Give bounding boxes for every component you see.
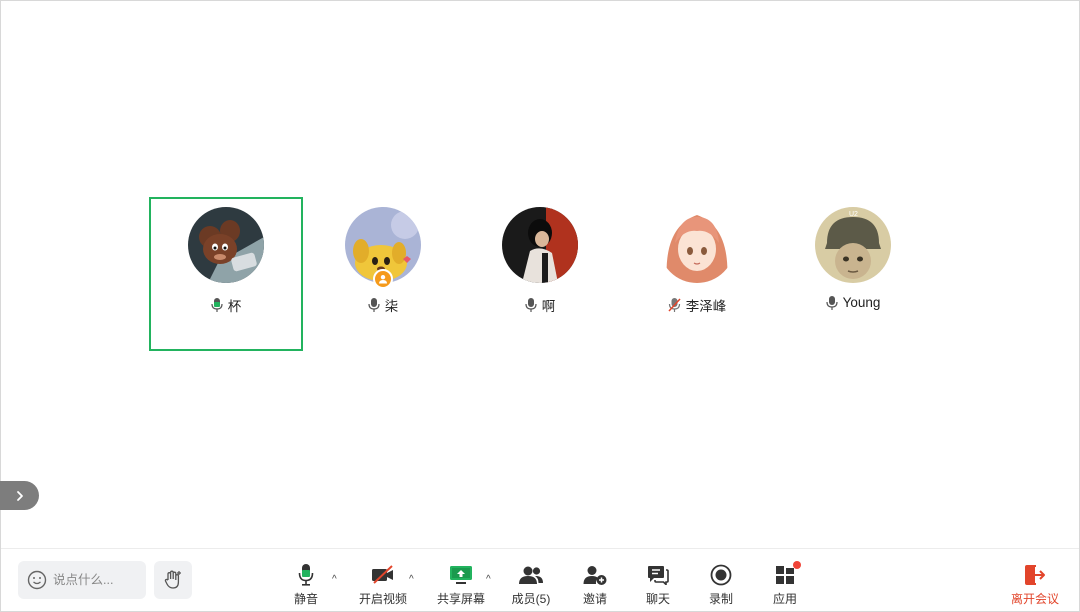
participant-name: 李泽峰	[685, 299, 727, 314]
host-badge	[373, 269, 393, 289]
participant-name-row: 啊	[525, 295, 556, 315]
svg-text:U2: U2	[849, 211, 858, 218]
share-screen-icon	[450, 566, 472, 584]
chevron-right-icon	[16, 490, 23, 501]
participant-tile-5[interactable]: U2 Young	[776, 197, 930, 351]
emoji-icon[interactable]	[27, 570, 47, 590]
participant-name: 柒	[384, 299, 399, 314]
add-user-icon	[583, 566, 607, 585]
start-video-button[interactable]: 开启视频	[353, 563, 413, 607]
leave-meeting-button[interactable]: 离开会议	[1005, 563, 1065, 607]
participant-tile-1[interactable]: 杯	[149, 197, 303, 351]
record-button[interactable]: 录制	[691, 563, 751, 607]
audio-options-caret[interactable]: ^	[332, 574, 337, 585]
quick-chat-input[interactable]	[53, 573, 141, 587]
record-label: 录制	[708, 592, 733, 606]
raise-hand-button[interactable]	[154, 561, 192, 599]
mic-icon	[368, 298, 380, 312]
meeting-toolbar: 静音 ^ 开启视频 ^ 共享屏幕 ^	[1, 548, 1079, 611]
mic-icon	[298, 564, 314, 586]
notification-dot	[793, 561, 801, 569]
chat-icon	[648, 566, 669, 585]
leave-meeting-label: 离开会议	[1010, 592, 1059, 606]
quick-chat-box[interactable]	[18, 561, 146, 599]
avatar	[659, 207, 735, 283]
mute-button[interactable]: 静音	[276, 563, 336, 607]
chat-label: 聊天	[645, 592, 670, 606]
video-options-caret[interactable]: ^	[409, 574, 414, 585]
mic-muted-icon	[668, 298, 681, 312]
share-screen-button[interactable]: 共享屏幕	[431, 563, 491, 607]
participant-tile-4[interactable]: 李泽峰	[620, 197, 774, 351]
share-options-caret[interactable]: ^	[486, 574, 491, 585]
chat-button[interactable]: 聊天	[628, 563, 688, 607]
apps-grid-icon	[776, 566, 794, 584]
mute-label: 静音	[293, 592, 318, 606]
apps-label: 应用	[772, 592, 797, 606]
apps-button[interactable]: 应用	[755, 561, 815, 607]
avatar	[502, 207, 578, 283]
participant-name: Young	[842, 295, 881, 310]
participant-name-row: 李泽峰	[668, 295, 727, 315]
participant-tile-3[interactable]: 啊	[463, 197, 617, 351]
host-user-icon	[379, 275, 387, 284]
side-panel-toggle[interactable]	[0, 481, 39, 510]
participant-name-row: Young	[825, 295, 881, 310]
avatar: U2	[815, 207, 891, 283]
members-button[interactable]: 成员(5)	[501, 563, 561, 607]
avatar	[188, 207, 264, 283]
participant-tile-2[interactable]: 柒	[306, 197, 460, 351]
mic-speaking-icon	[211, 298, 223, 312]
video-off-icon	[372, 565, 393, 584]
invite-button[interactable]: 邀请	[565, 563, 625, 607]
participant-name-row: 柒	[368, 295, 399, 315]
raise-hand-icon	[164, 570, 181, 589]
mic-icon	[825, 295, 838, 310]
members-icon	[519, 566, 543, 584]
members-label: 成员(5)	[511, 592, 551, 606]
leave-icon	[1025, 565, 1045, 585]
avatar	[345, 207, 421, 289]
invite-label: 邀请	[582, 592, 607, 606]
participant-name: 啊	[541, 299, 556, 314]
start-video-label: 开启视频	[358, 592, 407, 606]
participant-name-row: 杯	[211, 295, 242, 315]
participant-name: 杯	[227, 299, 242, 314]
share-screen-label: 共享屏幕	[436, 592, 485, 606]
mic-icon	[525, 298, 537, 312]
record-icon	[710, 564, 732, 586]
